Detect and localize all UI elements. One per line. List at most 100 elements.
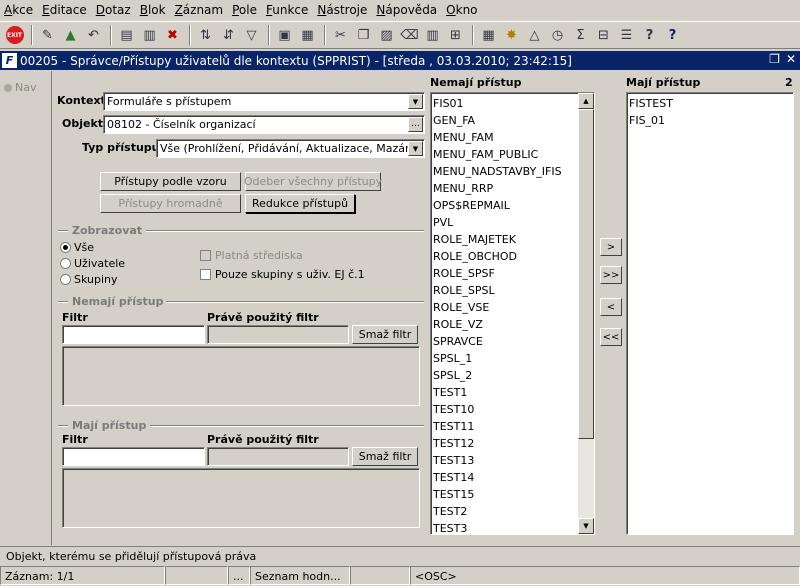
list-item[interactable]: PVL — [431, 214, 594, 231]
filter-button[interactable]: ▽ — [241, 25, 262, 46]
platna-strediska-label: Platná střediska — [215, 249, 303, 262]
list-item[interactable]: SPRAVCE — [431, 333, 594, 350]
menu-item[interactable]: Nástroje — [317, 3, 367, 17]
paste-button[interactable]: ▨ — [376, 25, 397, 46]
nemaji-smaz-filtr-button[interactable]: Smaž filtr — [352, 325, 418, 344]
typ-pristupu-select[interactable]: Vše (Prohlížení, Přidávání, Aktualizace,… — [156, 139, 425, 158]
clear-icon: ⌫ — [400, 27, 419, 43]
settings-button[interactable]: ✸ — [501, 25, 522, 46]
calculator-button[interactable]: ▦ — [478, 25, 499, 46]
move-left-button[interactable]: < — [600, 298, 622, 316]
scroll-thumb[interactable] — [578, 109, 594, 439]
move-right-button[interactable]: > — [600, 238, 622, 256]
radio-vse[interactable]: Vše — [60, 241, 94, 254]
redukce-pristupu-button[interactable]: Redukce přístupů — [245, 194, 355, 213]
sum-button[interactable]: Σ — [570, 25, 591, 46]
copy-button[interactable]: ❐ — [353, 25, 374, 46]
chevron-down-icon[interactable]: ▼ — [408, 94, 423, 109]
list-item[interactable]: MENU_NADSTAVBY_IFIS — [431, 163, 594, 180]
rollback-button[interactable]: ↶ — [83, 25, 104, 46]
list-item[interactable]: MENU_FAM — [431, 129, 594, 146]
list-item[interactable]: ROLE_MAJETEK — [431, 231, 594, 248]
list-item[interactable]: TEST12 — [431, 435, 594, 452]
menu-item[interactable]: Dotaz — [96, 3, 131, 17]
list-item[interactable]: FIS_01 — [627, 112, 793, 129]
sort-desc-button[interactable]: ⇵ — [218, 25, 239, 46]
menu-item[interactable]: Funkce — [266, 3, 308, 17]
pouze-skupiny-checkbox[interactable]: Pouze skupiny s uživ. EJ č.1 — [200, 268, 365, 281]
radio-skupiny[interactable]: Skupiny — [60, 273, 118, 286]
objekt-field[interactable]: 08102 - Číselník organizací ... — [103, 115, 425, 134]
list-item[interactable]: ROLE_VZ — [431, 316, 594, 333]
list-item[interactable]: SPSL_2 — [431, 367, 594, 384]
pristupy-hromadne-button[interactable]: Přístupy hromadně — [100, 194, 241, 213]
export-button[interactable]: ▦ — [297, 25, 318, 46]
exit-button[interactable]: EXIT — [4, 25, 25, 46]
list-item[interactable]: TEST1 — [431, 384, 594, 401]
menu-item[interactable]: Okno — [446, 3, 477, 17]
maji-smaz-filtr-button[interactable]: Smaž filtr — [352, 447, 418, 466]
list-item[interactable]: OPS$REPMAIL — [431, 197, 594, 214]
pristupy-podle-vzoru-button[interactable]: Přístupy podle vzoru — [100, 172, 241, 191]
chevron-down-icon[interactable]: ▼ — [408, 141, 423, 156]
menu-item[interactable]: Záznam — [175, 3, 224, 17]
restore-window-icon[interactable]: ❐ — [769, 52, 780, 66]
list-item[interactable]: MENU_FAM_PUBLIC — [431, 146, 594, 163]
split-button[interactable]: ⊞ — [445, 25, 466, 46]
menu-item[interactable]: Pole — [232, 3, 257, 17]
maji-pristup-list[interactable]: FISTEST FIS_01 — [626, 92, 794, 535]
list-item[interactable]: TEST14 — [431, 469, 594, 486]
move-all-left-button[interactable]: << — [600, 328, 622, 346]
radio-uzivatele[interactable]: Uživatele — [60, 257, 125, 270]
clear-button[interactable]: ⌫ — [399, 25, 420, 46]
clock-button[interactable]: ◷ — [547, 25, 568, 46]
list-item[interactable]: ROLE_SPSL — [431, 282, 594, 299]
save-button[interactable]: ✎ — [37, 25, 58, 46]
sort-asc-button[interactable]: ⇅ — [195, 25, 216, 46]
list-item[interactable]: ROLE_SPSF — [431, 265, 594, 282]
list-item[interactable]: TEST10 — [431, 401, 594, 418]
nemaji-pristup-list[interactable]: FIS01 GEN_FA MENU_FAM MENU_FAM_PUBLIC MENU_N… — [430, 92, 595, 535]
kontext-select[interactable]: Formuláře s přístupem ▼ — [103, 92, 425, 111]
insert-record-button[interactable]: ▤ — [116, 25, 137, 46]
move-all-right-button[interactable]: >> — [600, 266, 622, 284]
list-item[interactable]: MENU_RRP — [431, 180, 594, 197]
status-mode: <OSC> — [410, 566, 800, 585]
list-item[interactable]: SPSL_1 — [431, 350, 594, 367]
nav-button[interactable]: Nav — [4, 81, 36, 94]
list-item[interactable]: FIS01 — [431, 95, 594, 112]
print-button[interactable]: ▣ — [274, 25, 295, 46]
nemaji-list-scrollbar[interactable]: ▲ ▼ — [578, 93, 594, 534]
scroll-up-icon[interactable]: ▲ — [578, 93, 594, 109]
help-button[interactable]: ? — [639, 25, 660, 46]
nemaji-filtr-input[interactable] — [62, 325, 205, 344]
menu-item[interactable]: Nápověda — [376, 3, 437, 17]
odeber-vsechny-pristupy-button[interactable]: Odeber všechny přístupy — [244, 172, 382, 191]
list-item[interactable]: GEN_FA — [431, 112, 594, 129]
commit-button[interactable]: ▲ — [60, 25, 81, 46]
close-window-icon[interactable]: ✕ — [786, 52, 796, 66]
menu-item[interactable]: Editace — [42, 3, 87, 17]
context-help-button[interactable]: ? — [662, 25, 683, 46]
list-item[interactable]: FISTEST — [627, 95, 793, 112]
grid-button[interactable]: ⊟ — [593, 25, 614, 46]
columns-button[interactable]: ▥ — [422, 25, 443, 46]
list-item[interactable]: ROLE_OBCHOD — [431, 248, 594, 265]
maji-filtr-input[interactable] — [62, 447, 205, 466]
delete-record-button[interactable]: ✖ — [162, 25, 183, 46]
cut-button[interactable]: ✂ — [330, 25, 351, 46]
list-item[interactable]: ROLE_VSE — [431, 299, 594, 316]
warning-button[interactable]: △ — [524, 25, 545, 46]
menu-item[interactable]: Akce — [4, 3, 33, 17]
list-item[interactable]: TEST11 — [431, 418, 594, 435]
list-item[interactable]: TEST15 — [431, 486, 594, 503]
duplicate-record-button[interactable]: ▥ — [139, 25, 160, 46]
lov-button[interactable]: ... — [408, 117, 423, 132]
list-item[interactable]: TEST3 — [431, 520, 594, 534]
list-item[interactable]: TEST2 — [431, 503, 594, 520]
list-item[interactable]: TEST13 — [431, 452, 594, 469]
scroll-down-icon[interactable]: ▼ — [578, 518, 594, 534]
menu-item[interactable]: Blok — [140, 3, 166, 17]
list-button[interactable]: ☰ — [616, 25, 637, 46]
platna-strediska-checkbox[interactable]: Platná střediska — [200, 249, 303, 262]
